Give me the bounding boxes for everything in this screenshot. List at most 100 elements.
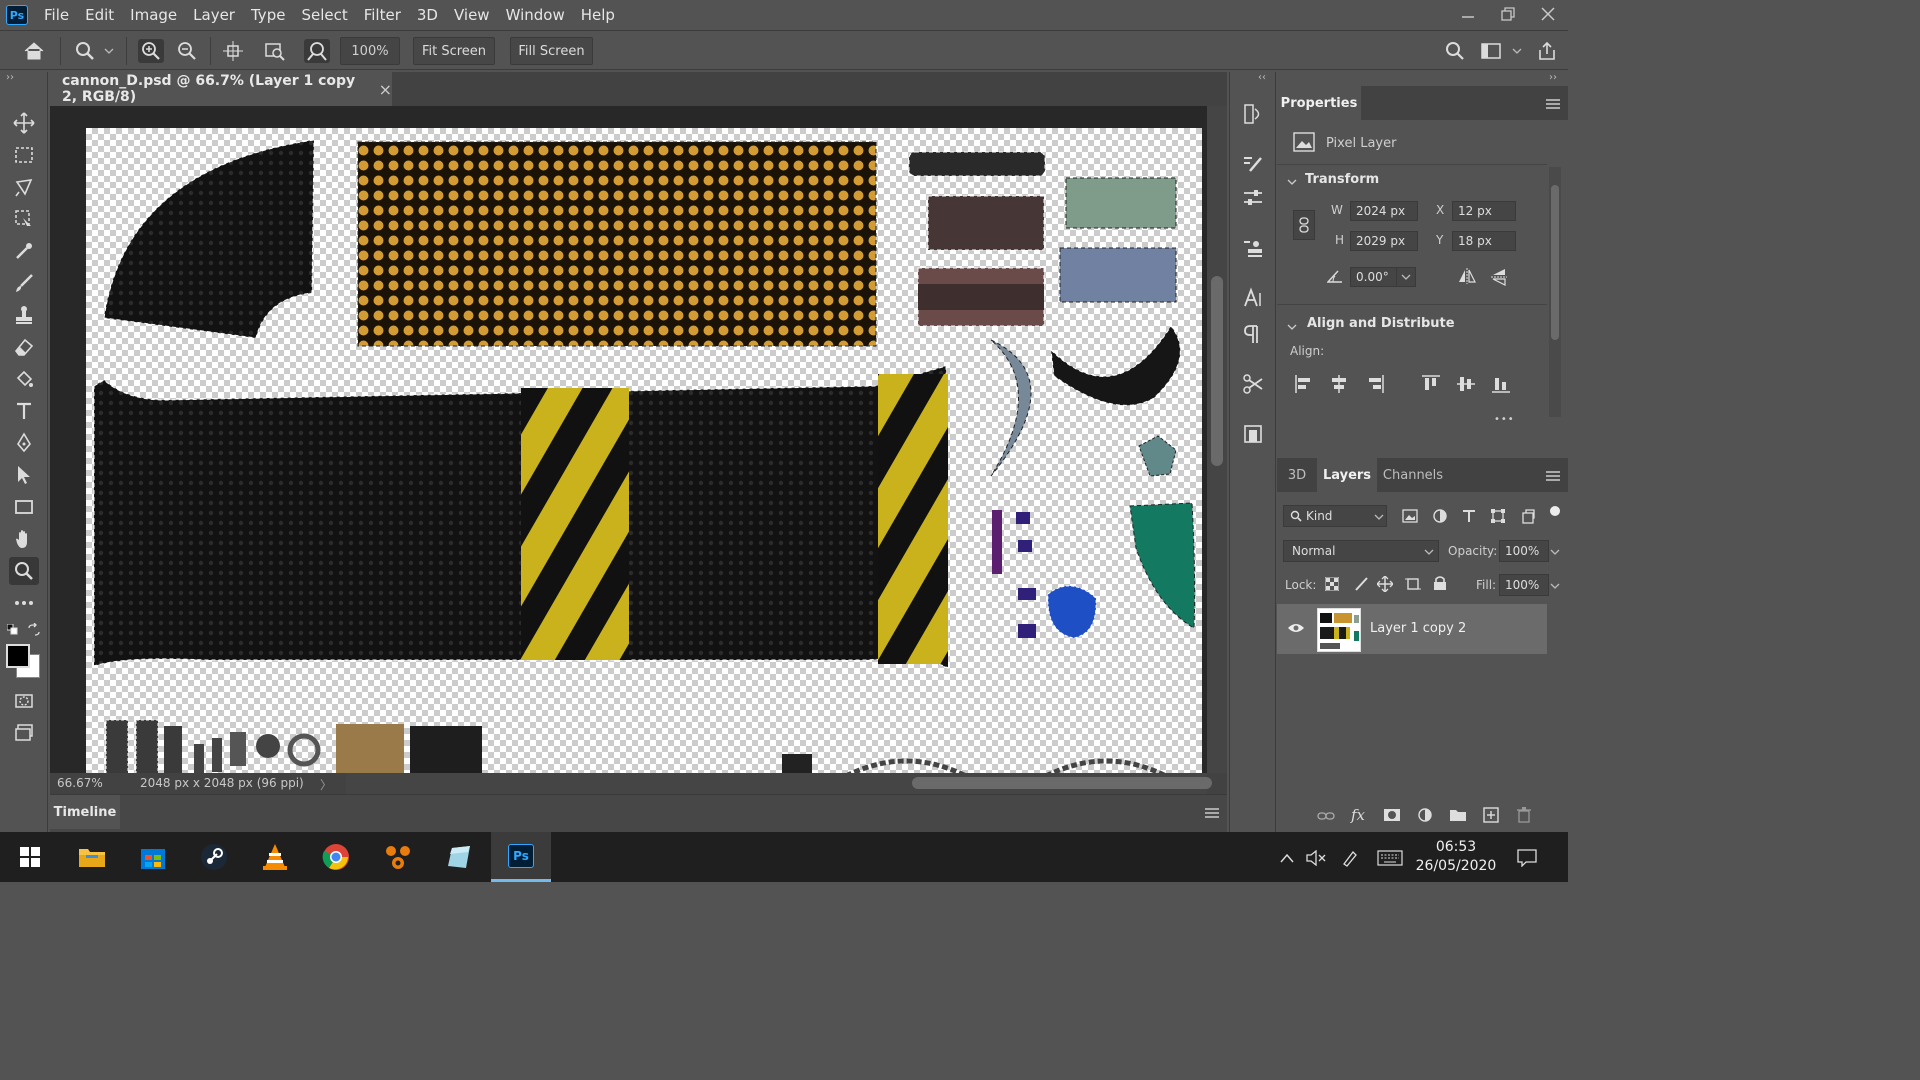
search-icon[interactable] (1442, 39, 1468, 63)
align-top-edges-icon[interactable] (1422, 375, 1440, 397)
quick-mask-icon[interactable] (9, 687, 39, 715)
height-field[interactable]: 2029 px (1350, 231, 1418, 251)
flip-vertical-icon[interactable] (1491, 267, 1507, 291)
workspace-icon[interactable] (1478, 39, 1504, 63)
notifications-icon[interactable] (1516, 847, 1538, 869)
menu-select[interactable]: Select (293, 0, 355, 30)
zoom-in-icon[interactable] (138, 39, 164, 63)
new-layer-icon[interactable] (1483, 807, 1499, 827)
clone-stamp-tool-icon[interactable] (9, 301, 39, 329)
microsoft-store-icon[interactable] (123, 832, 183, 882)
chevron-up-icon[interactable] (1276, 847, 1298, 869)
minimize-icon[interactable] (1448, 0, 1488, 28)
filter-adjustment-icon[interactable] (1432, 508, 1448, 528)
chevron-down-icon[interactable] (1550, 582, 1560, 590)
new-group-icon[interactable] (1449, 808, 1467, 826)
lock-image-pixels-icon[interactable] (1353, 576, 1369, 596)
link-dimensions-icon[interactable] (1293, 210, 1315, 240)
pen-ink-icon[interactable] (1339, 847, 1361, 869)
object-selection-tool-icon[interactable] (9, 205, 39, 233)
collapse-arrows-icon[interactable]: ‹‹ (1258, 72, 1266, 83)
chevron-down-icon[interactable] (1287, 320, 1297, 335)
path-selection-tool-icon[interactable] (9, 461, 39, 489)
layer-filter-kind-select[interactable]: Kind (1283, 505, 1387, 527)
vertical-scrollbar[interactable] (1207, 106, 1227, 773)
menu-image[interactable]: Image (122, 0, 185, 30)
menu-filter[interactable]: Filter (356, 0, 409, 30)
scrubby-zoom-icon[interactable] (304, 39, 330, 63)
align-right-edges-icon[interactable] (1366, 375, 1384, 397)
zoom-readout[interactable]: 66.67% (57, 776, 103, 790)
collapse-arrows-icon[interactable]: ›› (6, 72, 14, 83)
pen-tool-icon[interactable] (9, 429, 39, 457)
foreground-color-swatch[interactable] (6, 644, 30, 668)
y-position-field[interactable]: 18 px (1452, 231, 1516, 251)
panel-menu-icon[interactable] (1546, 98, 1560, 114)
align-distribute-title[interactable]: Align and Distribute (1307, 316, 1455, 331)
fill-field[interactable]: 100% (1499, 574, 1549, 596)
tab-layers[interactable]: Layers (1317, 458, 1377, 492)
tab-properties[interactable]: Properties (1277, 86, 1361, 120)
tab-3d[interactable]: 3D (1277, 458, 1317, 492)
document-canvas[interactable] (86, 128, 1202, 773)
zoom-percent-field[interactable]: 100% (340, 37, 400, 65)
character-icon[interactable] (1239, 284, 1267, 312)
width-field[interactable]: 2024 px (1350, 201, 1418, 221)
info-menu-arrow-icon[interactable]: 〉 (320, 776, 332, 793)
layer-name[interactable]: Layer 1 copy 2 (1370, 621, 1466, 636)
properties-scrollbar[interactable] (1549, 167, 1561, 417)
panel-menu-icon[interactable] (1205, 807, 1219, 823)
steam-icon[interactable] (184, 832, 244, 882)
horizontal-scrollbar[interactable] (346, 773, 1212, 794)
lock-transparent-pixels-icon[interactable] (1324, 576, 1340, 595)
x-position-field[interactable]: 12 px (1452, 201, 1516, 221)
add-mask-icon[interactable] (1383, 808, 1401, 826)
close-icon[interactable] (1528, 0, 1568, 28)
lasso-tool-icon[interactable] (9, 173, 39, 201)
brush-tool-icon[interactable] (9, 269, 39, 297)
blender-icon[interactable] (368, 832, 428, 882)
marquee-tool-icon[interactable] (9, 141, 39, 169)
chevron-down-icon[interactable] (100, 39, 118, 63)
hand-tool-icon[interactable] (9, 525, 39, 553)
menu-view[interactable]: View (446, 0, 498, 30)
notes-app-icon[interactable] (429, 832, 489, 882)
eyedropper-tool-icon[interactable] (9, 237, 39, 265)
vertical-scroll-thumb[interactable] (1211, 276, 1223, 466)
layer-row[interactable]: Layer 1 copy 2 (1277, 604, 1547, 654)
horizontal-scroll-thumb[interactable] (912, 777, 1212, 789)
libraries-icon[interactable] (1239, 420, 1267, 448)
clone-source-icon[interactable] (1239, 234, 1267, 262)
filter-smart-object-icon[interactable] (1520, 508, 1536, 528)
properties-scroll-thumb[interactable] (1551, 185, 1559, 340)
transform-section-title[interactable]: Transform (1305, 172, 1379, 187)
more-tools-icon[interactable] (9, 589, 39, 617)
type-tool-icon[interactable] (9, 397, 39, 425)
brush-settings-icon[interactable] (1239, 150, 1267, 178)
paint-bucket-tool-icon[interactable] (9, 365, 39, 393)
blend-mode-select[interactable]: Normal (1283, 540, 1439, 562)
history-icon[interactable] (1239, 100, 1267, 128)
opacity-field[interactable]: 100% (1499, 540, 1549, 562)
resize-windows-icon[interactable] (220, 39, 246, 63)
filter-shape-icon[interactable] (1490, 508, 1506, 528)
layer-style-fx-icon[interactable]: fx (1351, 806, 1365, 824)
timeline-tab[interactable]: Timeline (50, 795, 120, 829)
angle-field[interactable]: 0.00° (1350, 267, 1416, 287)
align-vertical-centers-icon[interactable] (1457, 375, 1475, 397)
filter-pixel-icon[interactable] (1402, 508, 1418, 528)
zoom-out-icon[interactable] (174, 39, 200, 63)
fit-screen-button[interactable]: Fit Screen (413, 37, 495, 65)
link-layers-icon[interactable] (1317, 810, 1335, 826)
eraser-tool-icon[interactable] (9, 333, 39, 361)
close-tab-icon[interactable]: × (379, 80, 392, 99)
panel-menu-icon[interactable] (1546, 470, 1560, 486)
fill-screen-button[interactable]: Fill Screen (510, 37, 593, 65)
chrome-icon[interactable] (306, 832, 366, 882)
menu-window[interactable]: Window (498, 0, 573, 30)
menu-layer[interactable]: Layer (185, 0, 243, 30)
more-options-icon[interactable]: ••• (1494, 414, 1515, 425)
chevron-down-icon[interactable] (1508, 39, 1526, 63)
rectangle-tool-icon[interactable] (9, 493, 39, 521)
share-icon[interactable] (1534, 39, 1560, 63)
